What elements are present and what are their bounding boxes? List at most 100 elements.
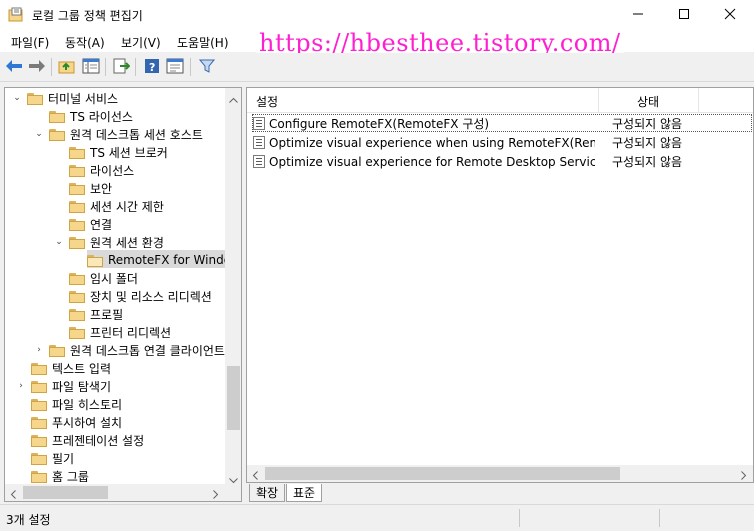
export-list-icon <box>112 58 131 77</box>
tree-item-label: 원격 데스크톱 세션 호스트 <box>70 127 203 142</box>
chevron-right-icon[interactable]: › <box>33 344 45 356</box>
table-row[interactable]: Configure RemoteFX(RemoteFX 구성) 구성되지 않음 <box>253 114 753 133</box>
tree-item-label: 임시 폴더 <box>90 271 138 286</box>
tree-vertical-scrollbar[interactable] <box>225 88 241 484</box>
tree-item-file-explorer[interactable]: › 파일 탐색기 <box>15 377 111 395</box>
scroll-right-arrow-icon[interactable] <box>741 469 747 482</box>
tree-item-rd-session-host[interactable]: ⌄ 원격 데스크톱 세션 호스트 <box>33 125 203 143</box>
tree-item-presentation-settings[interactable]: 프레젠테이션 설정 <box>31 431 144 449</box>
menu-help[interactable]: 도움말(H) <box>177 34 229 51</box>
help-button[interactable]: ? <box>142 57 162 77</box>
tree-item-label: 프레젠테이션 설정 <box>52 433 145 448</box>
chevron-right-icon[interactable]: › <box>15 380 27 392</box>
tree-item-connections[interactable]: 연결 <box>69 215 112 233</box>
tree-item-device-redirection[interactable]: 장치 및 리소스 리디렉션 <box>69 287 212 305</box>
scroll-right-arrow-icon[interactable] <box>213 488 219 501</box>
tree-item-profiles[interactable]: 프로필 <box>69 305 123 323</box>
maximize-button[interactable] <box>661 0 707 30</box>
status-divider <box>519 509 520 527</box>
folder-icon <box>69 146 85 159</box>
list-horizontal-scrollbar[interactable] <box>247 465 753 482</box>
up-button[interactable] <box>57 57 77 77</box>
tree-item-handwriting[interactable]: 필기 <box>31 449 74 467</box>
tree-item-rd-connection-client[interactable]: › 원격 데스크톱 연결 클라이언트 <box>33 341 225 359</box>
maximize-icon <box>678 8 690 23</box>
chevron-down-icon[interactable]: ⌄ <box>33 128 45 140</box>
tree-item-push-to-install[interactable]: 푸시하여 설치 <box>31 413 122 431</box>
minimize-button[interactable] <box>615 0 661 30</box>
show-hide-tree-icon <box>82 58 100 77</box>
minimize-icon <box>632 8 644 23</box>
show-hide-tree-button[interactable] <box>81 57 101 77</box>
tree-item-session-broker[interactable]: TS 세션 브로커 <box>69 143 168 161</box>
tree-item-remotefx-selected[interactable]: RemoteFX for Windows Server 2008 R2 <box>87 251 241 269</box>
tree-item-label: 필기 <box>52 451 75 466</box>
scroll-left-arrow-icon[interactable] <box>252 469 258 482</box>
toolbar: ? <box>0 53 754 82</box>
close-icon <box>724 8 736 23</box>
menu-action[interactable]: 동작(A) <box>65 34 105 51</box>
tree-item-remote-session-env[interactable]: ⌄ 원격 세션 환경 <box>53 233 164 251</box>
filter-icon <box>198 58 216 77</box>
folder-icon <box>27 92 43 105</box>
back-button[interactable] <box>4 57 24 77</box>
column-header-setting[interactable]: 설정 <box>256 93 278 110</box>
folder-icon <box>31 398 47 411</box>
policy-setting-icon <box>253 155 265 168</box>
chevron-down-icon[interactable]: ⌄ <box>11 92 23 104</box>
tab-extended[interactable]: 확장 <box>249 484 286 502</box>
close-button[interactable] <box>707 0 753 30</box>
status-divider <box>659 509 660 527</box>
folder-icon <box>49 344 65 357</box>
tree-item-file-history[interactable]: 파일 히스토리 <box>31 395 122 413</box>
table-row[interactable]: Optimize visual experience for Remote De… <box>253 152 753 171</box>
tree-hscroll-thumb[interactable] <box>23 486 108 499</box>
properties-button[interactable] <box>165 57 185 77</box>
scroll-up-arrow-icon[interactable] <box>229 92 238 106</box>
tab-label: 표준 <box>293 486 316 500</box>
column-divider[interactable] <box>698 88 699 112</box>
folder-icon <box>69 218 85 231</box>
up-folder-icon <box>58 58 76 77</box>
column-divider[interactable] <box>598 88 599 112</box>
window-title: 로컬 그룹 정책 편집기 <box>32 9 143 23</box>
tree-vscroll-thumb[interactable] <box>227 366 240 430</box>
tree-item-temp-folders[interactable]: 임시 폴더 <box>69 269 138 287</box>
tree-item-label: TS 라이선스 <box>70 109 133 124</box>
folder-icon <box>31 434 47 447</box>
group-policy-app-icon <box>8 7 24 23</box>
tree-item-label: 연결 <box>90 217 113 232</box>
chevron-down-icon[interactable]: ⌄ <box>53 236 65 248</box>
table-row[interactable]: Optimize visual experience when using Re… <box>253 133 753 152</box>
forward-arrow-icon <box>28 59 46 76</box>
tree-item-label: 장치 및 리소스 리디렉션 <box>90 289 212 304</box>
filter-button[interactable] <box>197 57 217 77</box>
tree-item-homegroup[interactable]: 홈 그룹 <box>31 467 89 485</box>
tree-item-label: 파일 히스토리 <box>52 397 123 412</box>
tree-item-session-time-limits[interactable]: 세션 시간 제한 <box>69 197 164 215</box>
tree-item-printer-redirection[interactable]: 프린터 리디렉션 <box>69 323 171 341</box>
scroll-left-arrow-icon[interactable] <box>10 488 16 501</box>
tree-item-label: 파일 탐색기 <box>52 379 112 394</box>
folder-icon <box>69 326 85 339</box>
tree-item-text-input[interactable]: 텍스트 입력 <box>31 359 111 377</box>
help-icon: ? <box>144 58 160 77</box>
menu-file[interactable]: 파일(F) <box>11 34 49 51</box>
tree-item-label: 푸시하여 설치 <box>52 415 123 430</box>
column-header-state[interactable]: 상태 <box>637 93 659 110</box>
tree-item-licensing[interactable]: 라이선스 <box>69 161 134 179</box>
toolbar-separator <box>105 58 106 76</box>
menu-view[interactable]: 보기(V) <box>121 34 161 51</box>
tree-item-security[interactable]: 보안 <box>69 179 112 197</box>
export-list-button[interactable] <box>111 57 131 77</box>
tree-horizontal-scrollbar[interactable] <box>5 484 225 501</box>
tab-standard[interactable]: 표준 <box>286 484 323 502</box>
folder-icon <box>69 308 85 321</box>
forward-button[interactable] <box>27 57 47 77</box>
svg-text:?: ? <box>149 61 155 74</box>
tree-item-terminal-services[interactable]: ⌄ 터미널 서비스 <box>11 89 118 107</box>
folder-icon <box>87 254 103 267</box>
folder-icon <box>31 380 47 393</box>
tree-item-ts-license[interactable]: TS 라이선스 <box>49 107 133 125</box>
list-hscroll-thumb[interactable] <box>265 467 620 480</box>
